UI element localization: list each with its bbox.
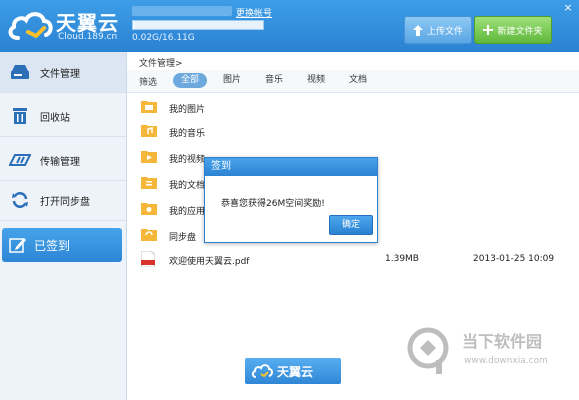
tab-all[interactable]: 全部 <box>173 73 208 88</box>
folder-music-icon <box>141 125 157 137</box>
file-row[interactable]: 我的音乐 <box>127 118 579 144</box>
file-name: 我的音乐 <box>169 129 206 139</box>
file-name: 我的图片 <box>169 105 206 115</box>
signed-in-button[interactable]: 已签到 <box>2 228 122 262</box>
drive-icon <box>11 65 29 79</box>
sidebar-item-recycle-bin[interactable]: 回收站 <box>0 96 126 137</box>
folder-picture-icon <box>141 101 157 113</box>
folder-app-icon <box>141 203 157 215</box>
file-name: 同步盘 <box>169 233 197 243</box>
new-folder-button-label: 新建文件夹 <box>497 26 543 37</box>
upload-arrow-icon <box>412 24 423 36</box>
file-row[interactable]: 欢迎使用天翼云.pdf 1.39MB 2013-01-25 10:09 <box>127 246 579 272</box>
logo-subtitle: Cloud.189.cn <box>58 32 118 42</box>
sidebar-item-file-management[interactable]: 文件管理 <box>0 52 126 93</box>
pdf-icon <box>141 251 155 267</box>
checkin-pencil-icon <box>9 238 26 253</box>
dialog-title: 签到 <box>205 158 377 176</box>
folder-video-icon <box>141 151 157 163</box>
sidebar-item-label: 回收站 <box>40 112 70 124</box>
app-logo: 天翼云 Cloud.189.cn <box>4 4 124 48</box>
sidebar-item-transfer[interactable]: 传输管理 <box>0 140 126 181</box>
account-name-redacted <box>132 6 232 16</box>
file-name: 我的视频 <box>169 155 206 165</box>
tab-pictures[interactable]: 图片 <box>215 73 249 88</box>
sidebar-item-label: 传输管理 <box>40 156 80 168</box>
bottom-logo-text: 天翼云 <box>277 364 314 379</box>
sidebar-item-label: 文件管理 <box>40 68 80 80</box>
watermark: 当下软件园 www.downxia.com <box>406 318 576 388</box>
file-name: 欢迎使用天翼云.pdf <box>169 257 250 267</box>
tab-music[interactable]: 音乐 <box>257 73 291 88</box>
dialog-message: 恭喜您获得26M空间奖励! <box>221 199 325 209</box>
trash-icon <box>13 108 27 124</box>
breadcrumb: 文件管理> <box>139 59 183 69</box>
new-folder-button[interactable]: 新建文件夹 <box>474 16 552 44</box>
sidebar-item-open-sync[interactable]: 打开同步盘 <box>0 180 126 221</box>
file-date: 2013-01-25 10:09 <box>473 254 555 264</box>
watermark-logo-icon <box>407 327 449 374</box>
quota-bar <box>132 20 264 30</box>
transfer-icon <box>9 154 31 166</box>
sync-icon <box>12 192 28 208</box>
file-name: 我的文档 <box>169 181 206 191</box>
folder-document-icon <box>141 177 157 189</box>
close-button[interactable]: × <box>558 0 578 16</box>
sidebar: 文件管理 回收站 传输管理 打开同步盘 已签到 <box>0 52 127 400</box>
file-size: 1.39MB <box>385 254 419 264</box>
folder-sync-icon <box>141 229 157 241</box>
file-row[interactable]: 我的图片 <box>127 94 579 120</box>
cloud-logo-icon <box>251 364 273 378</box>
title-bar: 天翼云 Cloud.189.cn 更换帐号 0.02G/16.11G 上传文件 … <box>0 0 579 52</box>
tab-documents[interactable]: 文档 <box>341 73 375 88</box>
file-name: 我的应用 <box>169 207 206 217</box>
cloud-logo-icon <box>8 12 53 40</box>
checkin-dialog: 签到 恭喜您获得26M空间奖励! 确定 <box>204 157 378 243</box>
upload-button[interactable]: 上传文件 <box>404 16 472 44</box>
upload-button-label: 上传文件 <box>426 26 463 37</box>
plus-icon <box>483 25 494 35</box>
quota-bar-fill <box>133 21 134 29</box>
tab-video[interactable]: 视频 <box>299 73 333 88</box>
signed-in-label: 已签到 <box>34 238 71 253</box>
filter-label: 筛选 <box>139 78 158 88</box>
ok-button[interactable]: 确定 <box>329 215 373 235</box>
watermark-title: 当下软件园 <box>462 332 543 351</box>
watermark-url: www.downxia.com <box>464 356 548 366</box>
quota-text: 0.02G/16.11G <box>132 33 195 43</box>
sidebar-item-label: 打开同步盘 <box>40 196 90 208</box>
bottom-brand-logo: 天翼云 <box>245 358 341 384</box>
filter-bar: 筛选 全部 图片 音乐 视频 文档 <box>127 70 579 93</box>
switch-account-link[interactable]: 更换帐号 <box>236 6 272 19</box>
